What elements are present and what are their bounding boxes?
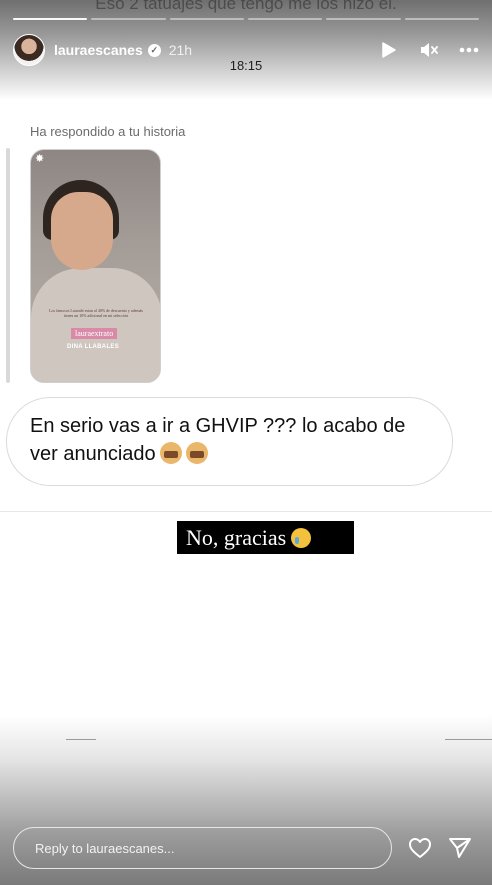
- replied-story-thumbnail[interactable]: ✸ Los famosos Lauradó estan al 40% de de…: [30, 149, 161, 383]
- see-no-evil-monkey-emoji: [159, 442, 182, 464]
- thumbnail-body: [31, 268, 160, 382]
- crying-face-emoji: [291, 528, 312, 548]
- thumbnail-face: [51, 192, 113, 270]
- reply-quote-bar: [6, 148, 10, 383]
- story-caption: No, gracias: [177, 521, 354, 554]
- progress-segment: [247, 18, 323, 20]
- thumbnail-promo-text: Los famosos Lauradó estan al 40% de desc…: [49, 308, 143, 318]
- progress-segment: [13, 18, 88, 20]
- story-caption-text: No, gracias: [186, 525, 287, 550]
- thumbnail-promo-code: lauraextrato: [71, 328, 118, 339]
- progress-segment: [169, 18, 244, 20]
- reply-context-label: Ha respondido a tu historia: [30, 124, 186, 139]
- background-story-text: Eso 2 tatuajes que tengo me los hizo él.: [95, 0, 397, 13]
- clock-time: 18:15: [229, 58, 263, 73]
- play-icon[interactable]: [379, 40, 399, 60]
- story-progress-bar: [13, 18, 479, 20]
- heart-icon[interactable]: [406, 834, 434, 862]
- reply-input[interactable]: [13, 827, 392, 869]
- message-bubble: En serio vas a ir a GHVIP ??? lo acabo d…: [6, 397, 453, 486]
- story-sticker-icon: ✸: [35, 153, 45, 165]
- progress-segment: [404, 18, 479, 20]
- divider: [445, 739, 492, 740]
- send-icon[interactable]: [446, 834, 474, 862]
- verified-check-icon: ✓: [147, 43, 161, 57]
- header-actions: [379, 40, 479, 60]
- more-icon[interactable]: [459, 40, 479, 60]
- mute-icon[interactable]: [419, 40, 439, 60]
- divider: [0, 511, 492, 512]
- message-text: En serio vas a ir a GHVIP ??? lo acabo d…: [30, 415, 406, 465]
- progress-segment: [91, 18, 166, 20]
- time-ago: 21h: [168, 42, 193, 58]
- username[interactable]: lauraescanes: [54, 42, 143, 58]
- progress-segment: [326, 18, 401, 20]
- thumbnail-brand-tag: DINA LLABALES: [67, 344, 120, 350]
- see-no-evil-monkey-emoji: [185, 442, 208, 464]
- divider: [66, 739, 96, 740]
